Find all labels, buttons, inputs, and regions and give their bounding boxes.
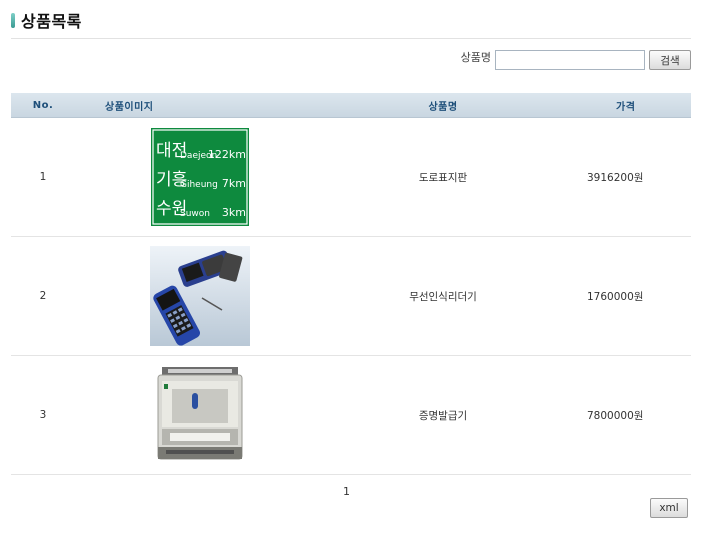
certificate-issuer-image[interactable] [150,365,250,465]
column-header-no[interactable]: No. [11,93,75,118]
product-price: 1760000원 [561,236,691,356]
product-image-cell: 대전 Daejeon 122km 기흥 Giheung 7km 수원 Suwon… [75,117,325,237]
title-divider [11,38,691,39]
sign-line-2-en: Giheung [180,180,218,190]
product-name[interactable]: 무선인식리더기 [325,236,561,356]
table-row[interactable]: 3 증명발급기 7800000원 [11,355,691,475]
wireless-reader-image[interactable] [150,246,250,346]
row-number: 2 [11,236,75,356]
product-name[interactable]: 도로표지판 [325,117,561,237]
sign-line-2-dist: 7km [222,177,246,190]
table-row[interactable]: 2 무선인식리더기 1760000원 [11,236,691,356]
table-header-row: No. 상품이미지 상품명 가격 [11,93,691,118]
search-button[interactable]: 검색 [649,50,691,70]
sign-line-1-dist: 122km [208,148,246,161]
xml-export-button[interactable]: xml [650,498,688,518]
sign-line-3-dist: 3km [222,206,246,219]
product-image-cell [75,355,325,475]
product-price: 3916200원 [561,117,691,237]
sign-line-3-en: Suwon [180,209,210,219]
search-input[interactable] [495,50,645,70]
product-name[interactable]: 증명발급기 [325,355,561,475]
row-number: 3 [11,355,75,475]
search-label: 상품명 [460,51,491,64]
column-header-image[interactable]: 상품이미지 [75,93,325,118]
row-number: 1 [11,117,75,237]
product-image-cell [75,236,325,356]
column-header-name[interactable]: 상품명 [325,93,561,118]
page-header: 상품목록 [11,9,82,31]
search-bar: 상품명 검색 [461,48,691,70]
product-price: 7800000원 [561,355,691,475]
road-sign-image[interactable]: 대전 Daejeon 122km 기흥 Giheung 7km 수원 Suwon… [150,127,250,227]
table-row[interactable]: 1 대전 Daejeon 122km 기흥 Giheung 7km 수원 Suw… [11,117,691,237]
title-marker-icon [11,12,15,28]
page-title: 상품목록 [21,12,82,31]
product-table: No. 상품이미지 상품명 가격 1 대전 Daejeon 122km 기흥 G… [11,93,691,475]
pagination-current-page[interactable]: 1 [343,485,350,498]
column-header-price[interactable]: 가격 [561,93,691,118]
